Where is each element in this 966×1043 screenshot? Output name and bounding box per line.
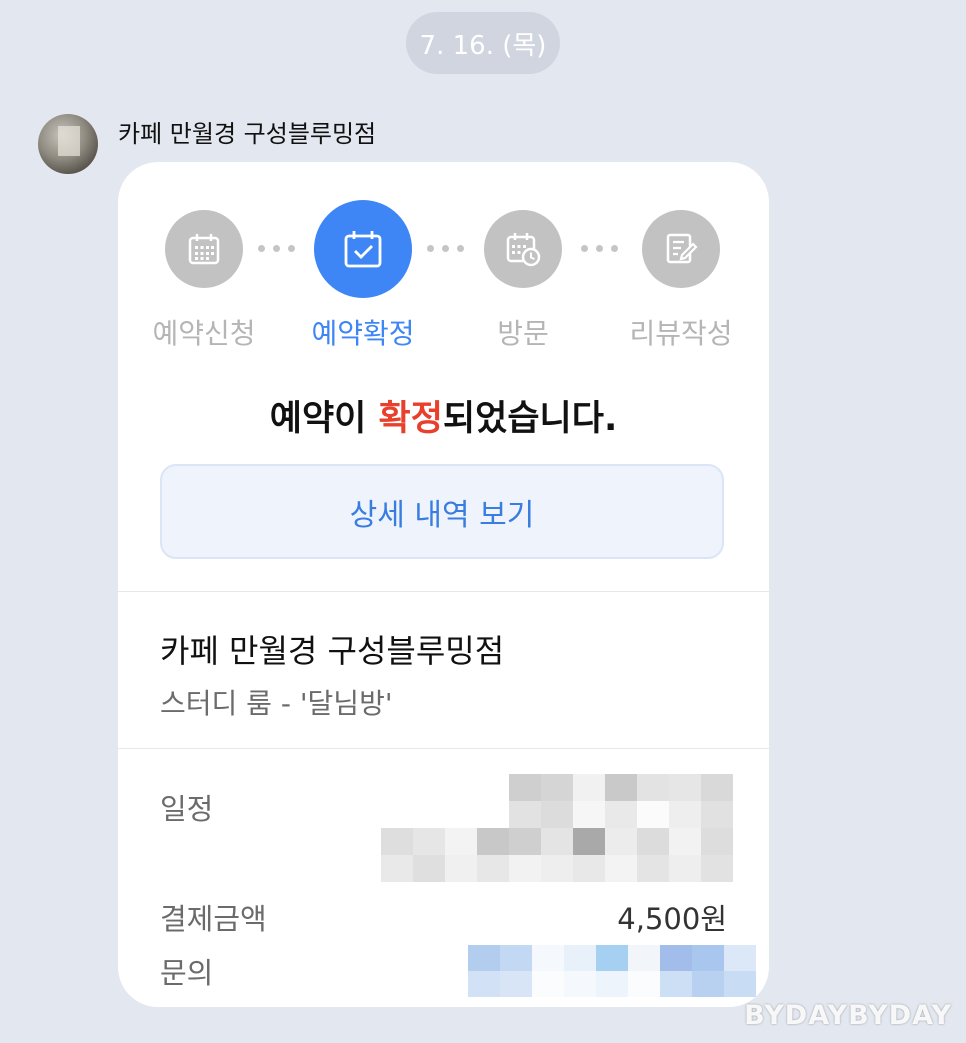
confirmation-highlight: 확정: [378, 399, 443, 439]
step-connector: [258, 245, 295, 252]
schedule-label: 일정: [160, 792, 214, 826]
payment-label: 결제금액: [160, 902, 267, 936]
contact-value-blurred: [468, 945, 756, 997]
step-label-review: 리뷰작성: [629, 317, 733, 350]
divider: [118, 591, 769, 592]
schedule-value-blurred: [381, 774, 733, 882]
store-name: 카페 만월경 구성블루밍점: [160, 632, 505, 670]
confirmation-text-after: 되었습니다.: [442, 399, 618, 439]
step-label-confirmed: 예약확정: [311, 317, 415, 350]
confirmation-text-before: 예약이: [269, 399, 379, 439]
date-separator: 7. 16. (목): [406, 12, 560, 74]
divider: [118, 748, 769, 749]
calendar-clock-icon: [484, 210, 562, 288]
confirmation-message: 예약이 확정되었습니다.: [118, 390, 769, 441]
payment-amount: 4,500원: [617, 902, 727, 936]
step-connector: [427, 245, 464, 252]
step-label-visit: 방문: [497, 317, 549, 350]
step-connector: [581, 245, 618, 252]
room-name: 스터디 룸 - '달님방': [160, 687, 393, 720]
contact-label: 문의: [160, 956, 214, 990]
calendar-check-icon: [314, 200, 412, 298]
review-edit-icon: [642, 210, 720, 288]
reservation-card: 예약신청 예약확정 방문 리뷰작성 예약이 확정되었습니다. 상세 내역 보기 …: [118, 162, 769, 1007]
watermark: BYDAYBYDAY: [744, 1000, 952, 1031]
sender-name: 카페 만월경 구성블루밍점: [118, 120, 377, 148]
calendar-grid-icon: [165, 210, 243, 288]
view-details-button[interactable]: 상세 내역 보기: [160, 464, 724, 559]
step-label-request: 예약신청: [152, 317, 256, 350]
sender-avatar[interactable]: [38, 114, 98, 174]
